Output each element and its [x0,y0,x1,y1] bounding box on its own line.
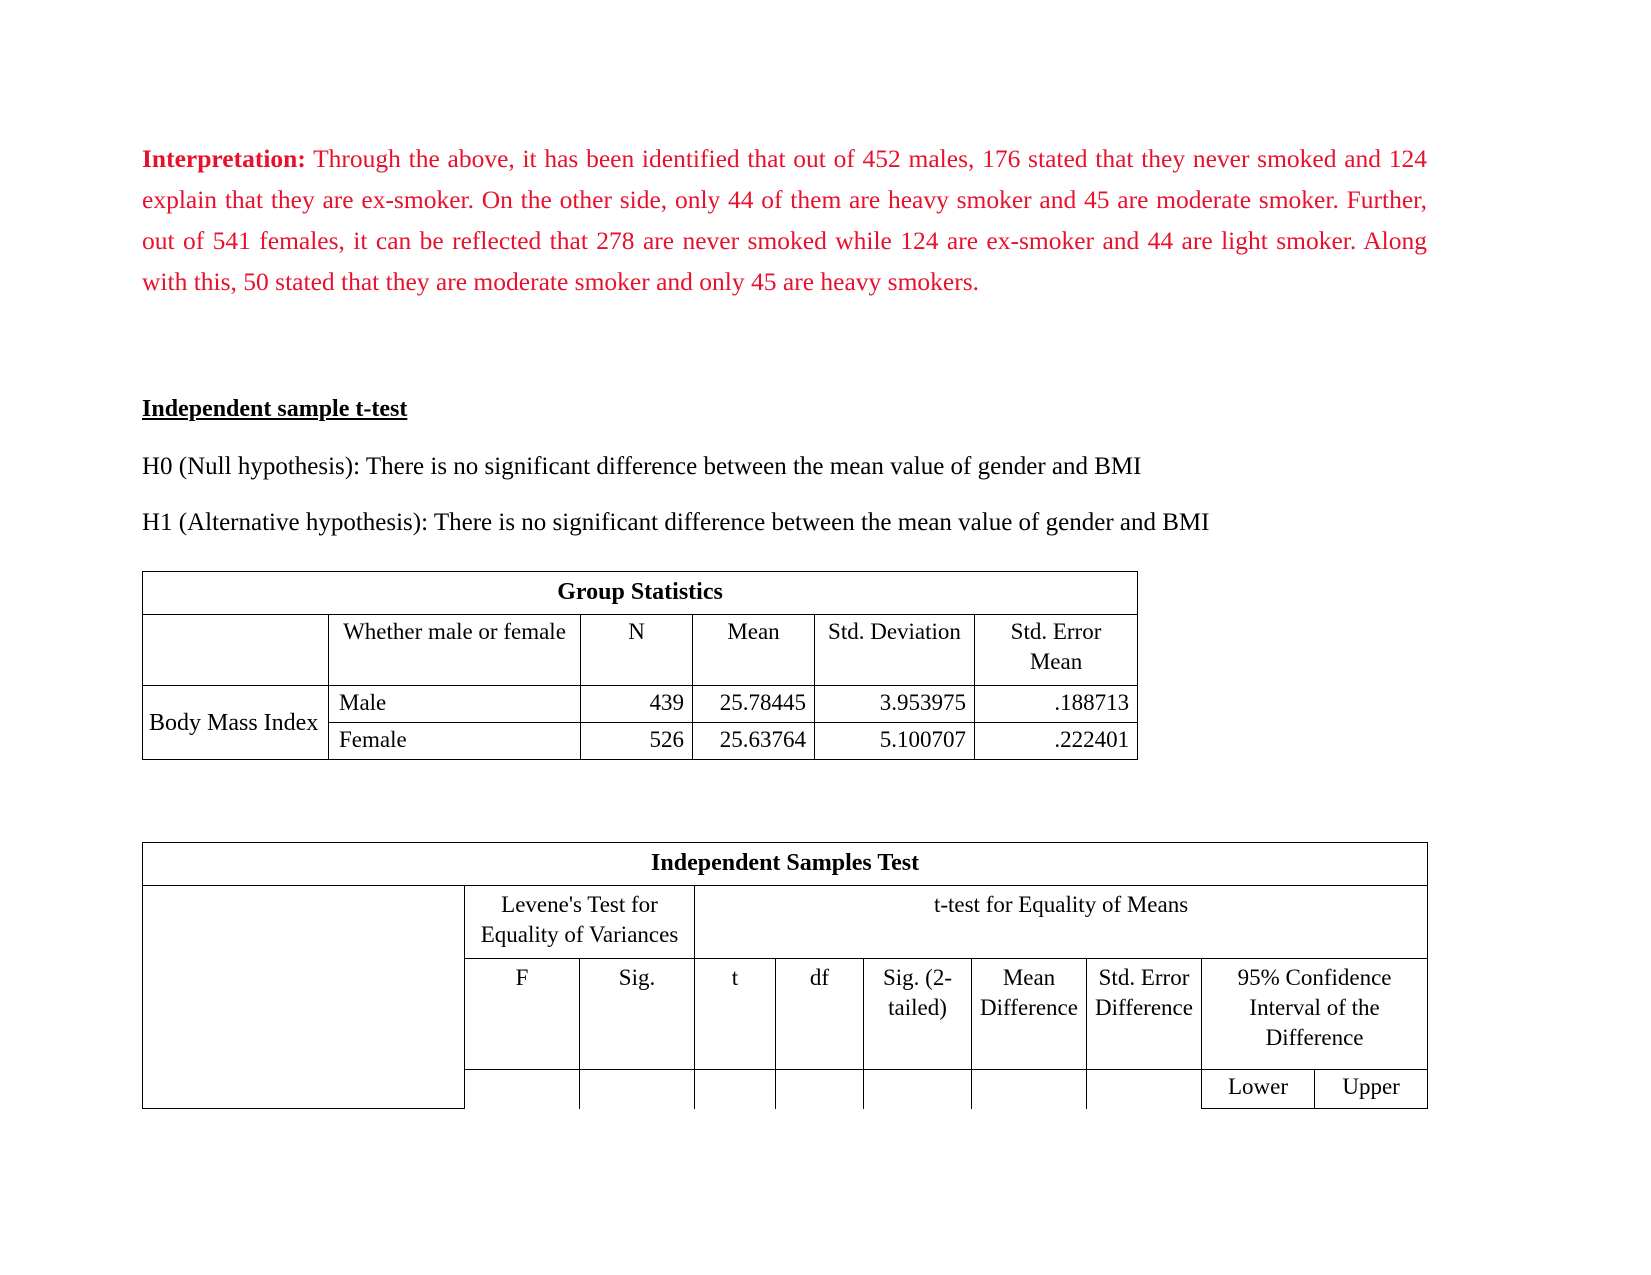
ist-blank-f [464,1069,580,1109]
cell-std-error-mean-male: .188713 [973,685,1139,723]
table-row: Independent Samples Test [141,842,1429,886]
column-header-whether-male-or-female: Whether male or female [328,614,581,686]
cell-std-deviation-female: 5.100707 [814,722,975,760]
ist-corner-cell [142,885,465,1109]
ci-line3: Difference [1265,1025,1364,1050]
ist-blank-sig [579,1069,695,1109]
ist-blank-mean-diff [971,1069,1087,1109]
column-header-sig: Sig. [579,958,695,1070]
group-statistics-table: Group Statistics Whether male or female … [141,571,1139,760]
header-levenes-test: Levene's Test for Equality of Variances [464,885,695,959]
sig2-line1: Sig. (2- [883,965,952,990]
std-error-mean-line2: Mean [1029,649,1083,674]
cell-mean-male: 25.78445 [692,685,815,723]
cell-std-error-mean-female: .222401 [973,722,1139,760]
section-heading-wrap: Independent sample t-test [142,394,1427,424]
std-error-mean-line1: Std. Error [1010,619,1102,644]
ci-line2: Interval of the [1249,995,1380,1020]
column-header-df: df [775,958,864,1070]
section-heading: Independent sample t-test [142,396,408,422]
ist-blank-std-err-diff [1086,1069,1202,1109]
document-page: Interpretation: Through the above, it ha… [0,0,1651,1275]
sig2-line2: tailed) [888,995,947,1020]
column-header-lower: Lower [1201,1069,1315,1109]
column-header-f: F [464,958,580,1070]
table-row: Body Mass Index Male 439 25.78445 3.9539… [142,685,1139,760]
levene-line1: Levene's Test for [501,892,658,917]
ist-blank-sig2 [863,1069,972,1109]
independent-samples-test-table: Independent Samples Test Levene's Test f… [141,842,1429,1109]
column-header-n: N [580,614,693,686]
group-statistics-title: Group Statistics [141,571,1139,615]
column-header-confidence-interval: 95% Confidence Interval of the Differenc… [1200,958,1429,1070]
column-header-mean-difference: Mean Difference [971,958,1087,1070]
interpretation-paragraph: Interpretation: Through the above, it ha… [142,138,1427,302]
levene-line2: Equality of Variances [480,922,679,947]
cell-group-male: Male [328,685,581,723]
interpretation-body: Through the above, it has been identifie… [142,144,1427,296]
group-statistics-corner-cell [142,614,329,686]
mean-difference-line2: Difference [980,995,1078,1020]
ist-blank-t [694,1069,776,1109]
column-header-t: t [694,958,776,1070]
column-header-mean: Mean [692,614,815,686]
cell-n-male: 439 [580,685,693,723]
cell-n-female: 526 [580,722,693,760]
std-error-difference-line1: Std. Error [1098,965,1190,990]
cell-group-female: Female [328,722,581,760]
table-row: Whether male or female N Mean Std. Devia… [142,614,1139,686]
cell-mean-female: 25.63764 [692,722,815,760]
column-header-std-error-difference: Std. Error Difference [1086,958,1202,1070]
header-ttest-equality-of-means: t-test for Equality of Means [693,885,1429,959]
ist-blank-df [775,1069,864,1109]
column-header-std-deviation: Std. Deviation [814,614,975,686]
independent-samples-test-title: Independent Samples Test [141,842,1429,886]
row-label-body-mass-index: Body Mass Index [142,685,329,760]
document-content: Interpretation: Through the above, it ha… [141,138,1429,1109]
cell-std-deviation-male: 3.953975 [814,685,975,723]
hypothesis-alternative: H1 (Alternative hypothesis): There is no… [142,509,1210,536]
column-header-sig-2-tailed: Sig. (2- tailed) [863,958,972,1070]
column-header-upper: Upper [1313,1069,1429,1109]
interpretation-label: Interpretation: [142,144,306,173]
table-row: Levene's Test for Equality of Variances … [142,885,1429,1109]
std-error-difference-line2: Difference [1095,995,1193,1020]
ci-line1: 95% Confidence [1237,965,1392,990]
hypothesis-null: H0 (Null hypothesis): There is no signif… [142,453,1142,480]
column-header-std-error-mean: Std. Error Mean [973,614,1139,686]
table-row: Group Statistics [141,571,1139,615]
mean-difference-line1: Mean [1002,965,1056,990]
